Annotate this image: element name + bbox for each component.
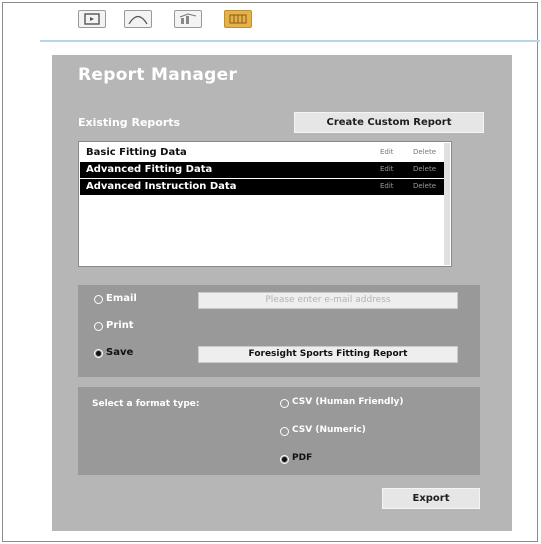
curve-icon[interactable] bbox=[124, 10, 152, 28]
email-radio[interactable] bbox=[94, 295, 103, 304]
delete-link[interactable]: Delete bbox=[413, 148, 436, 156]
divider-line bbox=[40, 40, 540, 42]
list-item[interactable]: Advanced Fitting Data Edit Delete bbox=[80, 162, 444, 178]
csv-numeric-radio[interactable] bbox=[280, 427, 289, 436]
edit-link[interactable]: Edit bbox=[380, 148, 394, 156]
email-field[interactable]: Please enter e-mail address bbox=[198, 292, 458, 309]
email-label: Email bbox=[106, 293, 137, 304]
panel-title: Report Manager bbox=[78, 65, 238, 85]
csv-human-radio[interactable] bbox=[280, 399, 289, 408]
format-section: Select a format type: CSV (Human Friendl… bbox=[78, 387, 480, 475]
report-name: Basic Fitting Data bbox=[86, 147, 187, 158]
csv-numeric-label: CSV (Numeric) bbox=[292, 425, 366, 435]
report-icon[interactable] bbox=[224, 10, 252, 28]
format-label: Select a format type: bbox=[92, 399, 200, 409]
edit-link[interactable]: Edit bbox=[380, 165, 394, 173]
list-scrollbar[interactable] bbox=[444, 143, 450, 265]
existing-reports-label: Existing Reports bbox=[78, 116, 181, 129]
list-item[interactable]: Basic Fitting Data Edit Delete bbox=[80, 145, 444, 161]
print-radio[interactable] bbox=[94, 322, 103, 331]
print-label: Print bbox=[106, 320, 134, 331]
report-manager-panel: Report Manager Existing Reports Create C… bbox=[52, 55, 512, 531]
filename-field[interactable]: Foresight Sports Fitting Report bbox=[198, 346, 458, 363]
export-button[interactable]: Export bbox=[382, 488, 480, 509]
list-item[interactable]: Advanced Instruction Data Edit Delete bbox=[80, 179, 444, 195]
edit-link[interactable]: Edit bbox=[380, 182, 394, 190]
reports-list[interactable]: Basic Fitting Data Edit Delete Advanced … bbox=[78, 141, 452, 267]
csv-human-label: CSV (Human Friendly) bbox=[292, 397, 404, 407]
report-name: Advanced Fitting Data bbox=[86, 164, 213, 175]
create-custom-report-button[interactable]: Create Custom Report bbox=[294, 112, 484, 133]
pdf-radio[interactable] bbox=[280, 455, 289, 464]
save-label: Save bbox=[106, 347, 134, 358]
report-name: Advanced Instruction Data bbox=[86, 181, 237, 192]
save-radio[interactable] bbox=[94, 349, 103, 358]
delete-link[interactable]: Delete bbox=[413, 165, 436, 173]
video-icon[interactable] bbox=[78, 10, 106, 28]
output-options-section: Email Please enter e-mail address Print … bbox=[78, 285, 480, 377]
delete-link[interactable]: Delete bbox=[413, 182, 436, 190]
pdf-label: PDF bbox=[292, 453, 313, 463]
chart-icon[interactable] bbox=[174, 10, 202, 28]
